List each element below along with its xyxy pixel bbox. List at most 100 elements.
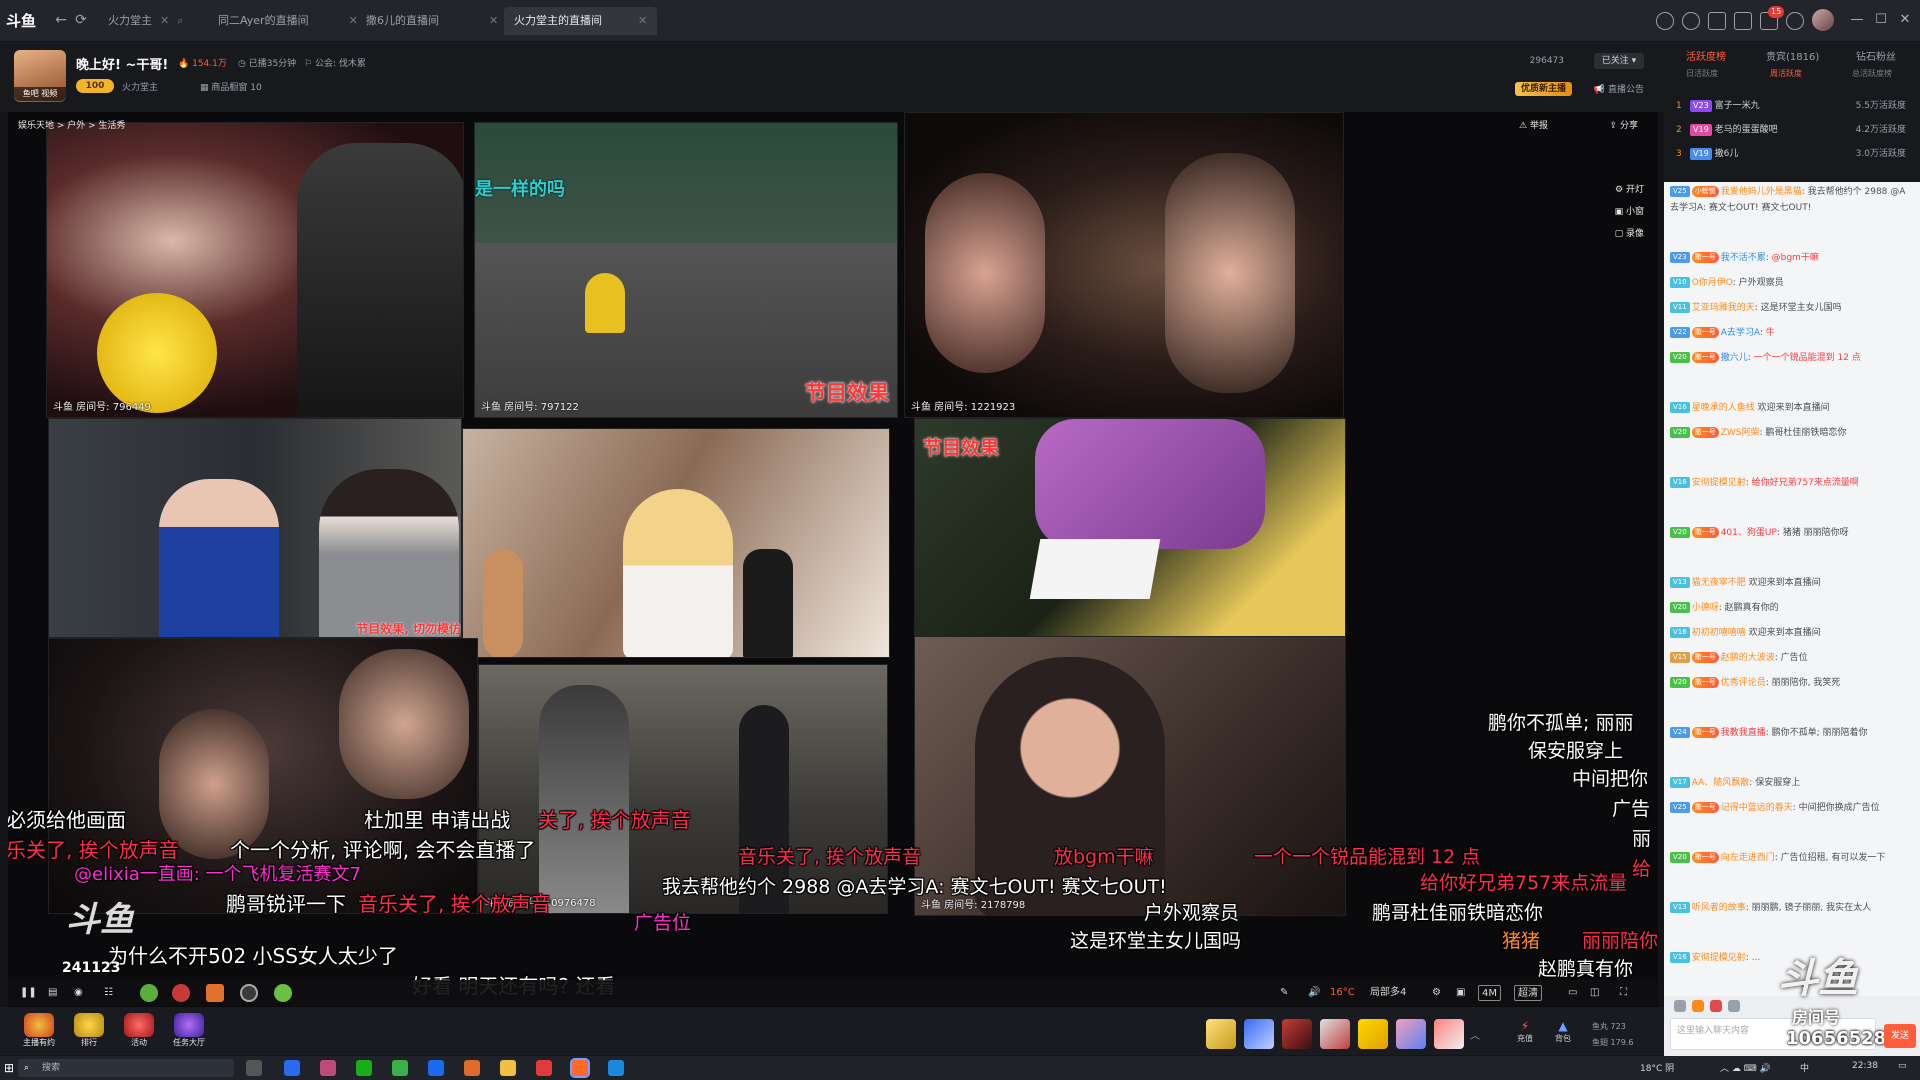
color-danmu-icon[interactable]: [1728, 1000, 1740, 1012]
emoji-icon[interactable]: [1674, 1000, 1686, 1012]
shop-icon[interactable]: [1734, 12, 1752, 30]
close-icon[interactable]: ✕: [489, 14, 498, 27]
follow-button[interactable]: 已关注 ▾: [1594, 53, 1644, 69]
back-icon[interactable]: ←: [52, 11, 70, 29]
video-tile-1[interactable]: 斗鱼 房间号: 796449: [46, 122, 464, 418]
video-player[interactable]: 娱乐天地 > 户外 > 生活秀 ⚠ 举报 ⇪ 分享 ⚙ 开灯 ▣ 小窗 ▢ 录像…: [8, 112, 1658, 1007]
app-icon[interactable]: [536, 1060, 552, 1076]
report-button[interactable]: ⚠ 举报: [1519, 118, 1548, 131]
task-icon[interactable]: [1708, 12, 1726, 30]
gift-item[interactable]: [1206, 1019, 1236, 1049]
close-window-icon[interactable]: ✕: [1894, 10, 1916, 30]
theater-icon[interactable]: ▭: [1568, 985, 1577, 1001]
send-button[interactable]: 发送: [1884, 1024, 1916, 1048]
video-tile-2[interactable]: 是一样的吗 节目效果 斗鱼 房间号: 797122: [474, 122, 898, 418]
app-icon[interactable]: [500, 1060, 516, 1076]
pause-icon[interactable]: ❚❚: [20, 985, 37, 1001]
fan-badge-icon[interactable]: [1692, 1000, 1704, 1012]
edge-icon[interactable]: [608, 1060, 624, 1076]
tab-vip[interactable]: 贵宾(1816): [1766, 48, 1819, 63]
tab-sa6[interactable]: 撒6儿的直播间 ✕: [356, 7, 508, 35]
stream-notice[interactable]: 📢 直播公告: [1594, 82, 1644, 95]
edit-danmu-icon[interactable]: ✎: [1280, 985, 1288, 1001]
notification-icon[interactable]: ▭: [1898, 1061, 1907, 1071]
pip-icon[interactable]: ▣: [1456, 985, 1465, 1001]
rank-row[interactable]: 3 V19 撒6儿 3.0万活跃度: [1676, 144, 1912, 164]
close-icon[interactable]: ✕: [160, 14, 169, 27]
subtab-weekly[interactable]: 周活跃度: [1770, 68, 1802, 79]
tray-icons[interactable]: ︿ ☁ ⌨ 🔊: [1720, 1061, 1771, 1074]
recharge-button[interactable]: ⚡ 充值: [1510, 1019, 1540, 1044]
gift-item[interactable]: [1320, 1019, 1350, 1049]
video-tile-5[interactable]: [462, 428, 890, 658]
share-button[interactable]: ⇪ 分享: [1610, 118, 1638, 131]
app-icon[interactable]: [392, 1060, 408, 1076]
gift-item[interactable]: [1282, 1019, 1312, 1049]
refresh-icon[interactable]: ⟳: [72, 11, 90, 29]
gift-icon[interactable]: [1710, 1000, 1722, 1012]
chat-panel[interactable]: V25 小螃蟹 我爱他妈儿外是黑猫: 我去帮他约个 2988 @A去学习A: 赛文七…: [1664, 182, 1920, 996]
rank-row[interactable]: 2 V19 老马的蛋蛋酸吧 4.2万活跃度: [1676, 120, 1912, 140]
tab-activity-rank[interactable]: 活跃度榜: [1686, 48, 1726, 63]
douyu-logo[interactable]: 斗鱼: [6, 8, 40, 34]
douyu-app-icon[interactable]: [570, 1058, 590, 1078]
guild-label[interactable]: ⚐ 公会: 伐木累: [304, 56, 366, 69]
subtab-total[interactable]: 总活跃度榜: [1852, 68, 1892, 79]
video-tile-3[interactable]: 斗鱼 房间号: 1221923: [904, 112, 1344, 418]
tab-ayer[interactable]: 同二Ayer的直播间 ✕: [208, 7, 368, 35]
weather[interactable]: 18°C 阴: [1640, 1061, 1674, 1074]
gift-item[interactable]: [1396, 1019, 1426, 1049]
user-avatar[interactable]: [1812, 9, 1834, 31]
wechat-icon[interactable]: [356, 1060, 372, 1076]
tab-huoli[interactable]: 火力堂主的直播间 ✕: [504, 7, 658, 35]
app-icon[interactable]: [428, 1060, 444, 1076]
app-icon[interactable]: [320, 1060, 336, 1076]
fullscreen-icon[interactable]: ⛶: [1620, 985, 1627, 1001]
ranking-entry[interactable]: 排行: [66, 1013, 112, 1049]
layout-icon[interactable]: ☷: [104, 985, 113, 1001]
settings-icon[interactable]: ⚙: [1432, 985, 1441, 1001]
fps-label[interactable]: 局部多4: [1370, 985, 1406, 1001]
maximize-icon[interactable]: ☐: [1870, 10, 1892, 30]
start-icon[interactable]: ⊞: [4, 1061, 14, 1075]
history-icon[interactable]: [1656, 12, 1674, 30]
subtab-daily[interactable]: 日活跃度: [1686, 68, 1718, 79]
gift-icon[interactable]: [172, 984, 190, 1002]
gift-item[interactable]: [1358, 1019, 1388, 1049]
webfull-icon[interactable]: ◫: [1590, 985, 1599, 1001]
tab-diamond-fans[interactable]: 钻石粉丝: [1856, 48, 1896, 63]
rank-row[interactable]: 1 V23 富子一米九 5.5万活跃度: [1676, 96, 1912, 116]
clock[interactable]: 22:38: [1852, 1061, 1878, 1071]
camera-icon[interactable]: ◉: [74, 985, 83, 1001]
backpack-button[interactable]: ▲ 背包: [1548, 1019, 1578, 1044]
task-hall-entry[interactable]: 任务大厅: [166, 1013, 212, 1049]
gift-icon[interactable]: [206, 984, 224, 1002]
anchor-date-entry[interactable]: 主播有约: [16, 1013, 62, 1049]
chevron-up-icon[interactable]: ︿: [1470, 1027, 1480, 1042]
settings-icon[interactable]: [1786, 12, 1804, 30]
minimize-icon[interactable]: —: [1846, 10, 1868, 30]
taskbar-search[interactable]: ⌕ 搜索: [18, 1059, 234, 1077]
bitrate-label[interactable]: 4M: [1478, 985, 1501, 1001]
mini-window-button[interactable]: ▣ 小窗: [1615, 204, 1644, 217]
gift-item[interactable]: [1244, 1019, 1274, 1049]
product-window[interactable]: ▦ 商品橱窗 10: [200, 80, 262, 93]
avatar-caption[interactable]: 鱼吧 视频: [14, 87, 66, 101]
record-button[interactable]: ▢ 录像: [1615, 226, 1644, 239]
tab-search[interactable]: 火力堂主 ✕ ⌕: [98, 7, 193, 35]
resolution-button[interactable]: 超清: [1514, 985, 1542, 1001]
search-icon[interactable]: ⌕: [177, 14, 183, 27]
video-tile-4[interactable]: 节目效果, 切勿模仿: [48, 418, 462, 638]
activity-entry[interactable]: 活动: [116, 1013, 162, 1049]
video-tile-6[interactable]: 节目效果: [914, 418, 1346, 638]
gift-icon[interactable]: [240, 984, 258, 1002]
gift-icon[interactable]: [140, 984, 158, 1002]
gift-icon[interactable]: [274, 984, 292, 1002]
close-icon[interactable]: ✕: [638, 14, 647, 27]
volume-icon[interactable]: 🔊: [1308, 985, 1320, 1001]
streamer-name[interactable]: 火力堂主: [122, 80, 158, 93]
ime-indicator[interactable]: 中: [1800, 1061, 1809, 1074]
gift-item[interactable]: [1434, 1019, 1464, 1049]
heart-icon[interactable]: [1682, 12, 1700, 30]
app-icon[interactable]: [284, 1060, 300, 1076]
